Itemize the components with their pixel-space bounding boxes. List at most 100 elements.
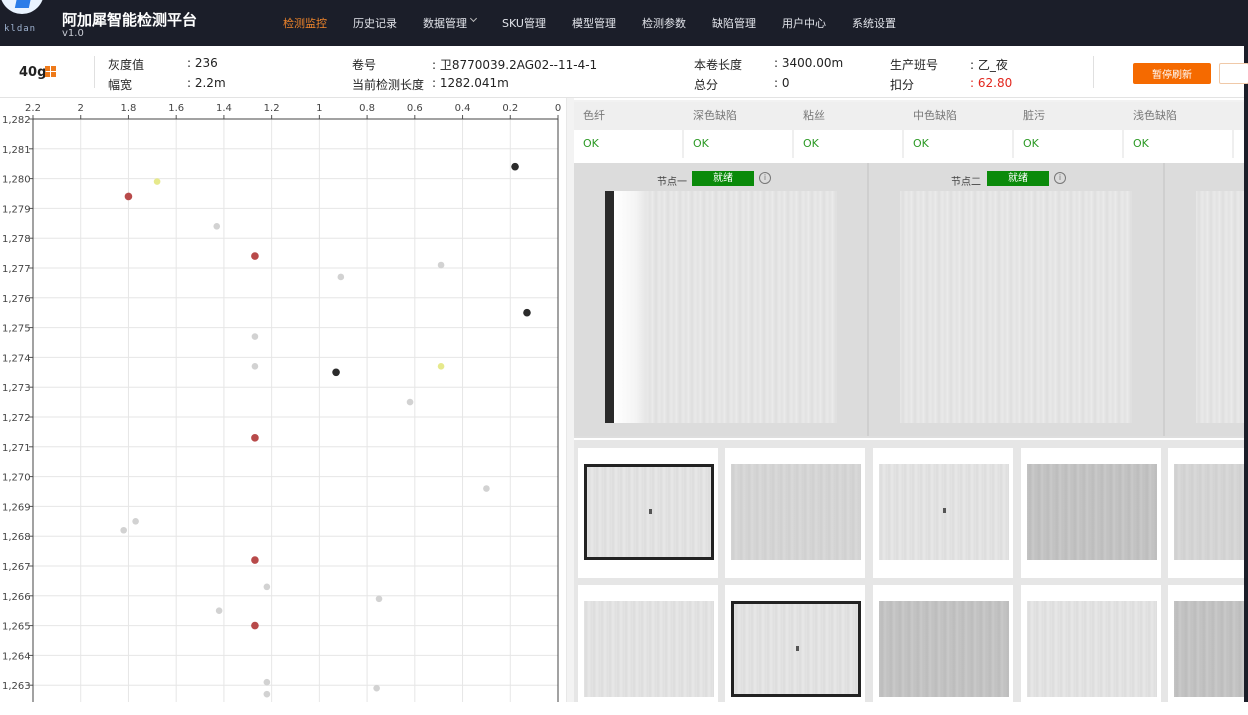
shift-value: : 乙_夜 bbox=[970, 58, 1008, 72]
table-header-cell: 脏污 bbox=[1014, 102, 1124, 130]
defect-mark bbox=[796, 646, 799, 651]
x-tick-label: 1.6 bbox=[168, 103, 184, 114]
y-tick-label: 1,275 bbox=[2, 324, 31, 335]
window-edge bbox=[1244, 0, 1248, 702]
table-header-cell: 粘丝 bbox=[794, 102, 904, 130]
data-point-gray bbox=[120, 526, 127, 534]
camera-image[interactable] bbox=[1196, 191, 1244, 423]
x-tick-label: 0.4 bbox=[455, 103, 471, 114]
nav-item-model-management[interactable]: 模型管理 bbox=[559, 0, 629, 46]
defect-mark bbox=[943, 508, 946, 513]
defect-thumbnail[interactable] bbox=[578, 585, 718, 715]
nav-label: 系统设置 bbox=[851, 17, 896, 30]
defect-type-table: 色纤 深色缺陷 粘丝 中色缺陷 脏污 浅色缺陷 OK OK OK OK OK O… bbox=[574, 100, 1244, 158]
camera-image[interactable] bbox=[900, 191, 1132, 423]
data-point-gray bbox=[251, 363, 259, 370]
data-point-gray bbox=[213, 222, 221, 230]
current-length-value: : 1282.041m bbox=[432, 76, 509, 90]
x-tick-label: 1.2 bbox=[264, 103, 280, 114]
y-tick-label: 1,280 bbox=[2, 175, 31, 186]
deduction-label: 扣分 bbox=[890, 78, 915, 92]
table-row: OK OK OK OK OK OK bbox=[574, 130, 1244, 158]
defect-thumbnail-grid bbox=[574, 440, 1244, 715]
nav-item-system-settings[interactable]: 系统设置 bbox=[839, 0, 909, 46]
defect-thumbnail[interactable] bbox=[873, 585, 1013, 715]
data-point-gray bbox=[337, 273, 345, 281]
thumbnail-image bbox=[1174, 601, 1244, 697]
x-tick-label: 1.8 bbox=[121, 103, 137, 114]
camera-image[interactable] bbox=[605, 191, 837, 423]
nav-label: 历史记录 bbox=[353, 17, 397, 30]
nav-label: SKU管理 bbox=[502, 17, 546, 30]
nav-item-detection-monitor[interactable]: 检测监控 bbox=[270, 0, 340, 46]
roll-number-label: 卷号 bbox=[352, 58, 377, 72]
gray-label: 灰度值 bbox=[108, 58, 145, 72]
secondary-button[interactable] bbox=[1219, 63, 1248, 84]
logo-wordmark: kldan bbox=[4, 24, 37, 34]
y-tick-label: 1,274 bbox=[2, 353, 31, 364]
scatter-chart-svg: 2.2 2 1.8 1.6 1.4 1.2 1 0.8 0.6 0.4 0.2 0 1,282 1,281… bbox=[2, 103, 561, 702]
thumbnail-image bbox=[1027, 601, 1157, 697]
node-label: 节点二 bbox=[951, 177, 981, 188]
data-point-gray bbox=[437, 261, 445, 269]
y-tick-label: 1,277 bbox=[2, 264, 31, 275]
nav-label: 缺陷管理 bbox=[711, 17, 756, 30]
table-cell-status: OK bbox=[904, 130, 1014, 158]
table-cell-status: OK bbox=[684, 130, 794, 158]
thumbnail-image bbox=[879, 601, 1009, 697]
defect-thumbnail[interactable] bbox=[1021, 448, 1161, 578]
info-icon[interactable]: i bbox=[1054, 172, 1066, 184]
y-tick-label: 1,263 bbox=[2, 681, 31, 692]
camera-node-2: 节点二 就绪 i bbox=[869, 163, 1165, 436]
defect-thumbnail[interactable] bbox=[873, 448, 1013, 578]
grid-menu-icon[interactable] bbox=[45, 66, 56, 77]
x-tick-label: 0.6 bbox=[407, 103, 423, 114]
data-point-yellow bbox=[153, 178, 161, 185]
fabric-edge-light bbox=[614, 191, 646, 423]
nav-label: 数据管理 bbox=[423, 17, 467, 30]
thumbnail-image bbox=[584, 601, 714, 697]
nav-label: 检测参数 bbox=[641, 17, 686, 30]
nav-label: 检测监控 bbox=[283, 17, 327, 30]
nav-item-sku-management[interactable]: SKU管理 bbox=[489, 0, 559, 46]
fabric-edge bbox=[605, 191, 614, 423]
defect-thumbnail[interactable] bbox=[1168, 585, 1244, 715]
defect-thumbnail[interactable] bbox=[725, 448, 865, 578]
nav-item-data-management[interactable]: 数据管理 bbox=[410, 0, 489, 46]
defect-thumbnail[interactable] bbox=[1021, 585, 1161, 715]
info-icon[interactable]: i bbox=[759, 172, 771, 184]
defect-thumbnail[interactable] bbox=[1168, 448, 1244, 578]
deduction-value: : 62.80 bbox=[970, 76, 1013, 90]
y-tick-label: 1,265 bbox=[2, 622, 31, 633]
nav-item-detection-params[interactable]: 检测参数 bbox=[629, 0, 699, 46]
y-tick-label: 1,272 bbox=[2, 413, 31, 424]
nav-item-defect-management[interactable]: 缺陷管理 bbox=[699, 0, 769, 46]
current-length-label: 当前检测长度 bbox=[352, 78, 425, 92]
y-tick-label: 1,266 bbox=[2, 592, 31, 603]
nav-item-history[interactable]: 历史记录 bbox=[340, 0, 410, 46]
nav-label: 模型管理 bbox=[571, 17, 616, 30]
table-cell-status: OK bbox=[1014, 130, 1124, 158]
data-point-gray bbox=[215, 607, 223, 614]
table-header-cell: 浅色缺陷 bbox=[1124, 102, 1234, 130]
node-label: 节点一 bbox=[657, 177, 687, 188]
app-title: 阿加犀智能检测平台 bbox=[62, 11, 198, 29]
data-point-yellow bbox=[437, 363, 445, 370]
table-header-cell: 色纤 bbox=[574, 102, 684, 130]
roll-length-label: 本卷长度 bbox=[694, 58, 743, 72]
nav-item-user-center[interactable]: 用户中心 bbox=[769, 0, 839, 46]
defect-thumbnail[interactable] bbox=[578, 448, 718, 578]
data-point-red bbox=[251, 556, 259, 564]
data-point-gray bbox=[373, 684, 380, 692]
y-tick-label: 1,282 bbox=[2, 115, 31, 126]
y-tick-label: 1,270 bbox=[2, 473, 31, 484]
x-tick-label: 1 bbox=[316, 103, 322, 114]
camera-node-panel: 节点一 就绪 i 节点二 就绪 i bbox=[574, 163, 1244, 438]
shift-label: 生产班号 bbox=[890, 58, 939, 72]
status-badge: 就绪 bbox=[987, 171, 1049, 186]
defect-thumbnail[interactable] bbox=[725, 585, 865, 715]
width-label: 幅宽 bbox=[108, 78, 133, 92]
gray-value: : 236 bbox=[187, 56, 218, 70]
pause-refresh-button[interactable]: 暂停刷新 bbox=[1133, 63, 1211, 84]
x-tick-label: 1.4 bbox=[216, 103, 232, 114]
